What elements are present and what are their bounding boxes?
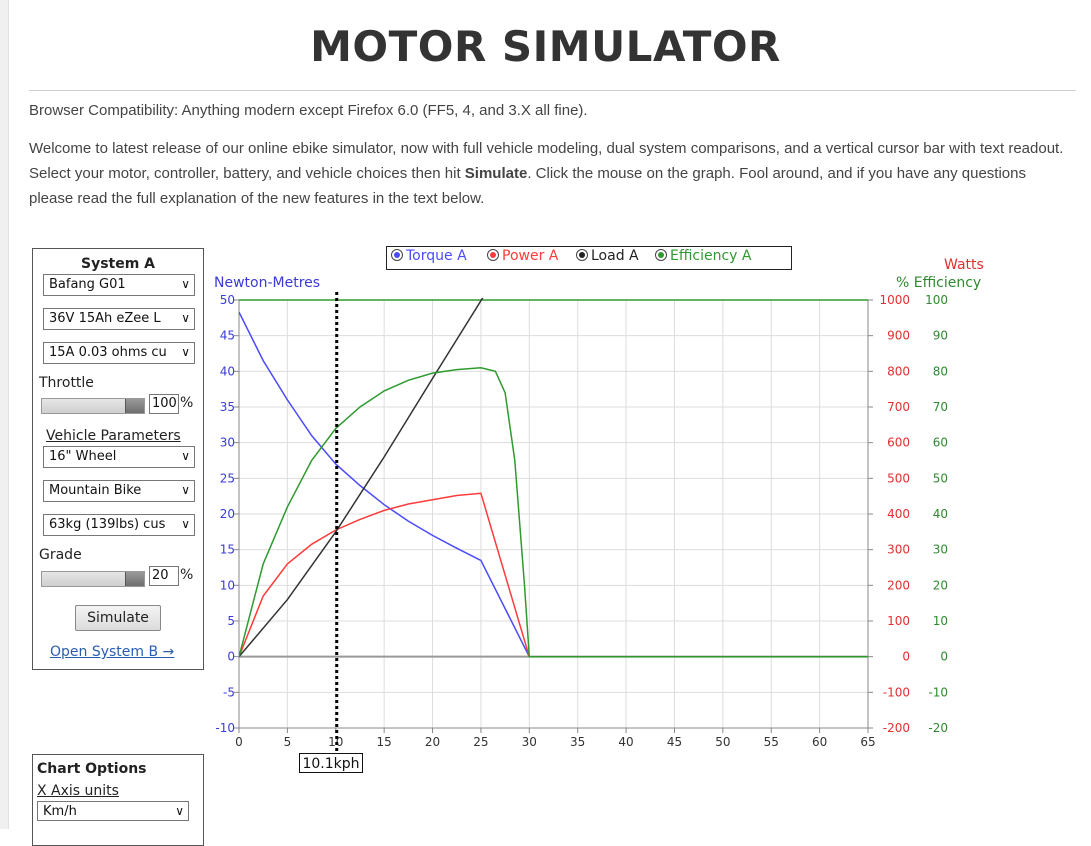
x-tick-label: 65 xyxy=(860,735,875,749)
x-tick-label: 40 xyxy=(618,735,633,749)
chart-grid xyxy=(238,299,869,729)
x-tick-label: 55 xyxy=(764,735,779,749)
series-load-line xyxy=(239,298,484,658)
y-left-tick-label: -5 xyxy=(223,685,235,699)
y-watts-tick-label: 400 xyxy=(887,507,910,521)
x-tick-label: 5 xyxy=(284,735,292,749)
y-eff-tick-label: 10 xyxy=(933,614,948,628)
x-tick-label: 25 xyxy=(473,735,488,749)
y-eff-tick-label: 80 xyxy=(933,364,948,378)
y-watts-tick-label: 300 xyxy=(887,543,910,557)
cursor-readout: 10.1kph xyxy=(299,753,363,773)
chart-ticks: 0 5 10 15 20 25 30 35 40 45 50 55 60 65 -10 -5 0 5 10 15 20 2… xyxy=(215,293,948,749)
y-watts-tick-label: 800 xyxy=(887,364,910,378)
y-left-tick-label: 0 xyxy=(227,650,235,664)
x-tick-label: 45 xyxy=(667,735,682,749)
y-watts-tick-label: 500 xyxy=(887,471,910,485)
y-watts-tick-label: -200 xyxy=(883,721,910,735)
series-efficiency-line xyxy=(239,367,868,658)
y-eff-tick-label: 50 xyxy=(933,471,948,485)
y-left-tick-label: 50 xyxy=(220,293,235,307)
y-left-tick-label: -10 xyxy=(215,721,235,735)
simulation-chart[interactable]: 0 5 10 15 20 25 30 35 40 45 50 55 60 65 -10 -5 0 5 10 15 20 2… xyxy=(0,0,1091,829)
y-eff-tick-label: 30 xyxy=(933,543,948,557)
y-eff-tick-label: 0 xyxy=(940,650,948,664)
y-watts-tick-label: 1000 xyxy=(879,293,910,307)
y-watts-tick-label: 900 xyxy=(887,329,910,343)
x-tick-label: 35 xyxy=(570,735,585,749)
y-eff-tick-label: 20 xyxy=(933,578,948,592)
x-tick-label: 0 xyxy=(235,735,243,749)
x-tick-label: 15 xyxy=(377,735,392,749)
y-left-tick-label: 40 xyxy=(220,364,235,378)
y-eff-tick-label: 70 xyxy=(933,400,948,414)
x-tick-label: 50 xyxy=(715,735,730,749)
y-watts-tick-label: 700 xyxy=(887,400,910,414)
x-tick-label: 60 xyxy=(812,735,827,749)
y-eff-tick-label: 100 xyxy=(925,293,948,307)
y-eff-tick-label: 90 xyxy=(933,329,948,343)
chart-series xyxy=(239,298,868,658)
y-watts-tick-label: 100 xyxy=(887,614,910,628)
y-left-tick-label: 15 xyxy=(220,543,235,557)
y-watts-tick-label: 200 xyxy=(887,578,910,592)
y-left-tick-label: 5 xyxy=(227,614,235,628)
y-eff-tick-label: 60 xyxy=(933,436,948,450)
y-left-tick-label: 45 xyxy=(220,329,235,343)
y-eff-tick-label: -10 xyxy=(928,685,948,699)
series-power-line xyxy=(239,492,868,658)
y-left-tick-label: 25 xyxy=(220,471,235,485)
y-watts-tick-label: 600 xyxy=(887,436,910,450)
x-tick-label: 30 xyxy=(522,735,537,749)
y-watts-tick-label: -100 xyxy=(883,685,910,699)
y-left-tick-label: 30 xyxy=(220,436,235,450)
y-left-tick-label: 35 xyxy=(220,400,235,414)
y-left-tick-label: 10 xyxy=(220,578,235,592)
y-eff-tick-label: -20 xyxy=(928,721,948,735)
y-watts-tick-label: 0 xyxy=(902,650,910,664)
x-tick-label: 20 xyxy=(425,735,440,749)
y-eff-tick-label: 40 xyxy=(933,507,948,521)
series-torque-line xyxy=(239,311,868,658)
y-left-tick-label: 20 xyxy=(220,507,235,521)
